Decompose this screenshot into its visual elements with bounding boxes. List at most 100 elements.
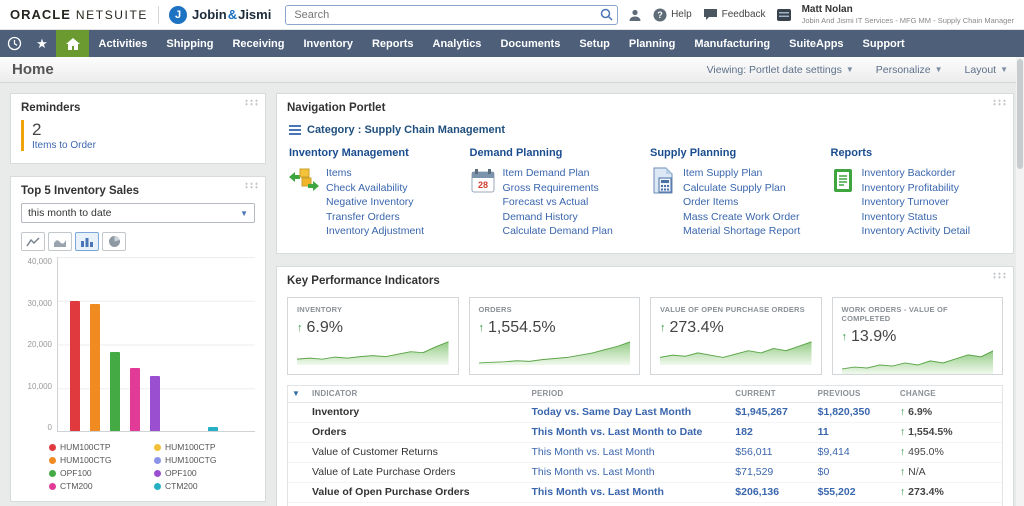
date-range-select[interactable]: this month to date ▼: [21, 203, 255, 223]
oracle-netsuite-logo[interactable]: ORACLE NETSUITE: [10, 7, 148, 22]
kpi-tile[interactable]: WORK ORDERS - VALUE OF COMPLETED↑13.9%: [832, 297, 1004, 375]
kpi-table-row[interactable]: Value of Late Purchase OrdersThis Month …: [288, 462, 1002, 482]
portlet-link[interactable]: Mass Create Work Order: [683, 211, 800, 225]
chart-bar[interactable]: [130, 368, 140, 431]
kpi-previous-value[interactable]: 11: [818, 426, 900, 438]
recent-records-icon[interactable]: [0, 30, 28, 57]
scrollbar-thumb[interactable]: [1017, 59, 1023, 169]
portlet-link[interactable]: Item Demand Plan: [503, 167, 613, 181]
layout-menu[interactable]: Layout ▼: [965, 64, 1008, 76]
col-period[interactable]: PERIOD: [531, 389, 735, 398]
drag-handle-icon[interactable]: [992, 272, 1007, 279]
chart-bar[interactable]: [110, 352, 120, 431]
nav-item-documents[interactable]: Documents: [491, 30, 570, 57]
legend-item[interactable]: CTM200: [154, 481, 255, 491]
kpi-previous-value[interactable]: $55,202: [818, 486, 900, 498]
portlet-link[interactable]: Inventory Profitability: [862, 182, 971, 196]
kpi-period-link[interactable]: This Month vs. Last Month: [531, 486, 735, 498]
portlet-link[interactable]: Gross Requirements: [503, 182, 613, 196]
portlet-link[interactable]: Negative Inventory: [326, 196, 424, 210]
drag-handle-icon[interactable]: [244, 182, 259, 189]
drag-handle-icon[interactable]: [244, 99, 259, 106]
portlet-link[interactable]: Items: [326, 167, 424, 181]
portlet-link[interactable]: Item Supply Plan: [683, 167, 800, 181]
col-current[interactable]: CURRENT: [735, 389, 817, 398]
col-indicator[interactable]: INDICATOR: [312, 389, 531, 398]
reminder-item[interactable]: 2 Items to Order: [21, 120, 255, 151]
nav-item-activities[interactable]: Activities: [89, 30, 157, 57]
kpi-table-row[interactable]: OrdersThis Month vs. Last Month to Date1…: [288, 422, 1002, 442]
col-previous[interactable]: PREVIOUS: [818, 389, 900, 398]
home-tab[interactable]: [56, 30, 89, 57]
kpi-period-link[interactable]: This Month vs. Last Month: [531, 446, 735, 458]
kpi-previous-value[interactable]: $9,414: [818, 446, 900, 458]
legend-item[interactable]: HUM100CTP: [49, 442, 150, 452]
nav-item-suiteapps[interactable]: SuiteApps: [780, 30, 853, 57]
chart-bar[interactable]: [208, 427, 218, 431]
kpi-table-row[interactable]: Value of Open Purchase OrdersThis Month …: [288, 482, 1002, 502]
kpi-period-link[interactable]: Today vs. Same Day Last Month: [531, 406, 735, 418]
category-selector[interactable]: Category : Supply Chain Management: [289, 124, 1001, 136]
portlet-link[interactable]: Inventory Adjustment: [326, 225, 424, 239]
portlet-link[interactable]: Inventory Activity Detail: [862, 225, 971, 239]
search-input[interactable]: [285, 5, 618, 25]
kpi-period-link[interactable]: This Month vs. Last Month to Date: [531, 426, 735, 438]
legend-item[interactable]: HUM100CTG: [154, 455, 255, 465]
personalize-menu[interactable]: Personalize ▼: [876, 64, 943, 76]
kpi-current-value[interactable]: $1,945,267: [735, 406, 817, 418]
kpi-tile[interactable]: VALUE OF OPEN PURCHASE ORDERS↑273.4%: [650, 297, 822, 375]
portlet-link[interactable]: Inventory Status: [862, 211, 971, 225]
collapse-caret-icon[interactable]: ▼: [292, 389, 300, 398]
kpi-table-row[interactable]: Value of Shipping ChargesThis Month vs. …: [288, 502, 1002, 506]
col-change[interactable]: CHANGE: [900, 389, 994, 398]
portlet-link[interactable]: Transfer Orders: [326, 211, 424, 225]
bar-chart-button[interactable]: [75, 232, 99, 251]
search-icon[interactable]: [600, 8, 613, 21]
kpi-previous-value[interactable]: $0: [818, 466, 900, 478]
portlet-link[interactable]: Inventory Backorder: [862, 167, 971, 181]
pie-chart-button[interactable]: [102, 232, 126, 251]
kpi-previous-value[interactable]: $1,820,350: [818, 406, 900, 418]
chart-bar[interactable]: [150, 376, 160, 431]
nav-item-planning[interactable]: Planning: [619, 30, 684, 57]
legend-item[interactable]: HUM100CTG: [49, 455, 150, 465]
kpi-table-row[interactable]: Value of Customer ReturnsThis Month vs. …: [288, 442, 1002, 462]
kpi-current-value[interactable]: $56,011: [735, 446, 817, 458]
kpi-current-value[interactable]: $71,529: [735, 466, 817, 478]
flag-icon[interactable]: [777, 9, 791, 21]
legend-item[interactable]: CTM200: [49, 481, 150, 491]
line-chart-button[interactable]: [21, 232, 45, 251]
nav-item-shipping[interactable]: Shipping: [157, 30, 223, 57]
drag-handle-icon[interactable]: [992, 99, 1007, 106]
chart-bar[interactable]: [90, 304, 100, 431]
vertical-scrollbar[interactable]: [1016, 57, 1024, 506]
portlet-link[interactable]: Demand History: [503, 211, 613, 225]
kpi-tile[interactable]: ORDERS↑1,554.5%: [469, 297, 641, 375]
nav-item-analytics[interactable]: Analytics: [423, 30, 491, 57]
chart-bar[interactable]: [70, 301, 80, 431]
portlet-link[interactable]: Check Availability: [326, 182, 424, 196]
help-button[interactable]: ? Help: [653, 8, 692, 22]
user-menu[interactable]: Matt Nolan Jobin And Jismi IT Services -…: [802, 4, 1014, 25]
legend-item[interactable]: OPF100: [154, 468, 255, 478]
nav-item-receiving[interactable]: Receiving: [223, 30, 294, 57]
roles-button[interactable]: [628, 8, 642, 22]
nav-item-inventory[interactable]: Inventory: [294, 30, 363, 57]
nav-item-manufacturing[interactable]: Manufacturing: [685, 30, 780, 57]
portlet-link[interactable]: Forecast vs Actual: [503, 196, 613, 210]
nav-item-support[interactable]: Support: [853, 30, 914, 57]
kpi-period-link[interactable]: This Month vs. Last Month: [531, 466, 735, 478]
portlet-link[interactable]: Calculate Supply Plan: [683, 182, 800, 196]
area-chart-button[interactable]: [48, 232, 72, 251]
portlet-link[interactable]: Calculate Demand Plan: [503, 225, 613, 239]
reminder-link[interactable]: Items to Order: [32, 140, 255, 151]
nav-item-setup[interactable]: Setup: [570, 30, 620, 57]
kpi-table-row[interactable]: InventoryToday vs. Same Day Last Month$1…: [288, 403, 1002, 422]
portlet-link[interactable]: Order Items: [683, 196, 800, 210]
kpi-tile[interactable]: INVENTORY↑6.9%: [287, 297, 459, 375]
feedback-button[interactable]: Feedback: [703, 8, 766, 21]
legend-item[interactable]: HUM100CTP: [154, 442, 255, 452]
nav-item-reports[interactable]: Reports: [362, 30, 423, 57]
kpi-current-value[interactable]: $206,136: [735, 486, 817, 498]
kpi-current-value[interactable]: 182: [735, 426, 817, 438]
